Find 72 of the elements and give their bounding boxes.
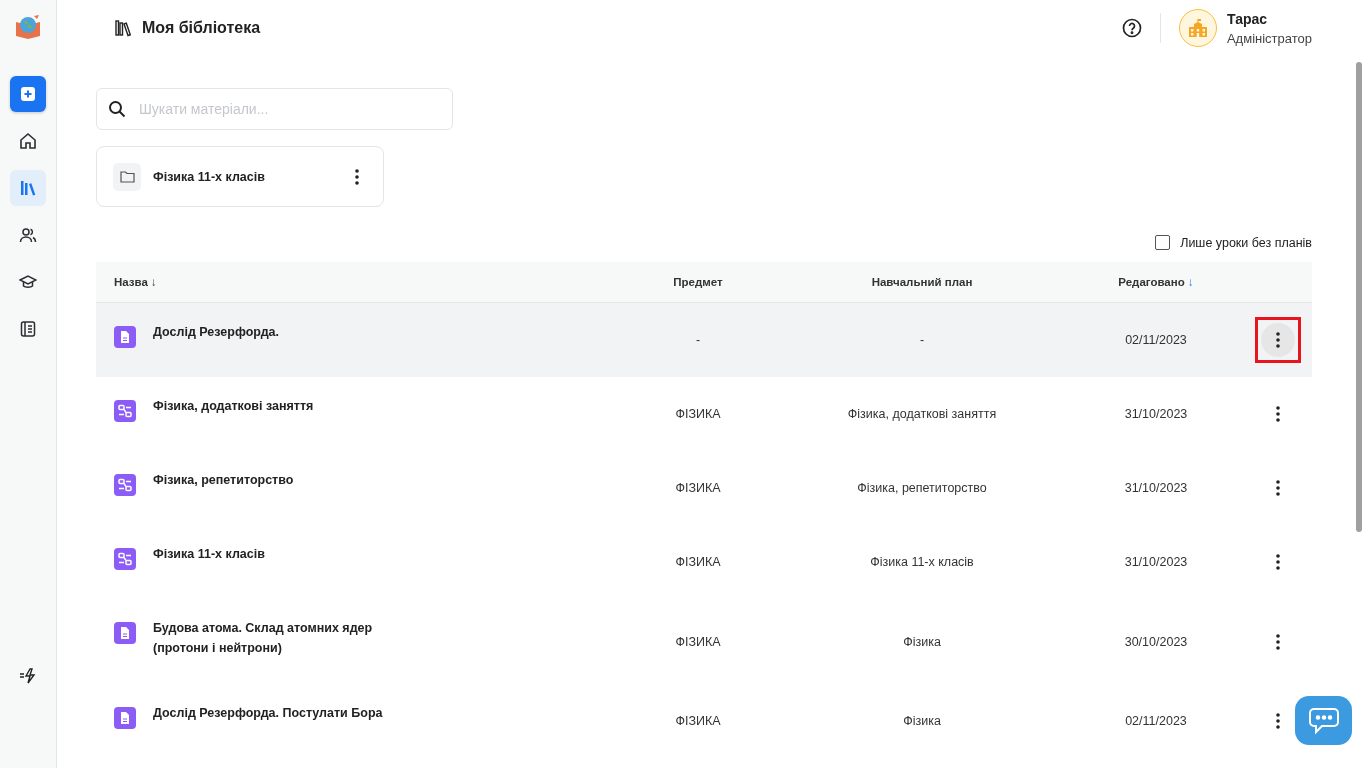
search-icon bbox=[108, 100, 126, 118]
books-icon bbox=[114, 19, 132, 37]
more-icon bbox=[1276, 406, 1280, 422]
diagram-icon bbox=[114, 400, 136, 422]
subject-cell-text: ФІЗИКА bbox=[674, 555, 722, 569]
table-row[interactable]: Дослід Резерфорда. - - 02/11/2023 bbox=[96, 303, 1312, 377]
column-header[interactable]: Предмет bbox=[673, 276, 723, 288]
subject-cell-text: ФІЗИКА bbox=[674, 481, 722, 495]
more-icon bbox=[1276, 480, 1280, 496]
chat-icon bbox=[1307, 706, 1340, 735]
date-cell-text: 31/10/2023 bbox=[1123, 481, 1189, 495]
notebook-icon bbox=[19, 320, 37, 338]
graduation-cap-icon bbox=[19, 273, 37, 291]
document-icon bbox=[114, 707, 136, 729]
plan-cell-text: Фізика bbox=[902, 714, 942, 728]
diagram-icon bbox=[114, 548, 136, 570]
date-cell-text: 31/10/2023 bbox=[1123, 407, 1189, 421]
more-icon bbox=[1276, 332, 1280, 348]
more-button[interactable] bbox=[1261, 323, 1295, 357]
material-name: Фізика, репетиторство bbox=[153, 472, 294, 489]
column-header[interactable]: Навчальний план bbox=[871, 276, 973, 288]
add-button[interactable] bbox=[10, 76, 46, 112]
plan-cell-text: Фізика, репетиторство bbox=[856, 481, 988, 495]
subject-cell-text: ФІЗИКА bbox=[674, 407, 722, 421]
chat-widget-popup[interactable] bbox=[1295, 696, 1352, 745]
date-cell-text: 02/11/2023 bbox=[1124, 333, 1188, 347]
folder-icon bbox=[113, 162, 141, 191]
more-icon bbox=[1276, 713, 1280, 729]
help-icon[interactable] bbox=[1121, 18, 1142, 38]
people-icon bbox=[19, 226, 37, 244]
column-header[interactable]: Назва bbox=[114, 276, 148, 288]
material-name: Будова атома. Склад атомних ядер (протони і нейтрони) bbox=[153, 620, 374, 657]
document-icon bbox=[114, 622, 136, 644]
material-name: Дослід Резерфорда. Постулати Бора bbox=[153, 705, 383, 722]
sort-arrow-icon[interactable]: ↓ bbox=[1187, 276, 1194, 288]
subject-cell-text: - bbox=[694, 333, 702, 347]
document-icon bbox=[114, 326, 136, 348]
checkbox[interactable] bbox=[1155, 235, 1171, 250]
material-name: Фізика 11-х класів bbox=[153, 546, 265, 563]
search-field[interactable]: Шукати матеріали... bbox=[96, 88, 453, 130]
date-cell-text: 30/10/2023 bbox=[1123, 634, 1189, 649]
material-name: Фізика, додаткові заняття bbox=[153, 398, 314, 415]
column-header[interactable]: Редаговано bbox=[1118, 276, 1185, 288]
plan-cell-text: Фізика, додаткові заняття bbox=[846, 407, 998, 421]
table-row[interactable]: Фізика, репетиторство ФІЗИКА Фізика, репетиторство 31/10/2023 bbox=[96, 451, 1312, 525]
user-role: Адміністратор bbox=[1226, 30, 1312, 46]
material-name: Дослід Резерфорда. bbox=[153, 324, 279, 341]
table-row[interactable]: Фізика, додаткові заняття ФІЗИКА Фізика, додаткові заняття 31/10/2023 bbox=[96, 377, 1312, 451]
more-icon bbox=[1276, 554, 1280, 570]
user-name: Тарас bbox=[1226, 10, 1269, 27]
plus-icon bbox=[21, 87, 35, 101]
date-cell-text: 31/10/2023 bbox=[1123, 555, 1189, 569]
plan-cell-text: Фізика bbox=[902, 634, 942, 649]
plan-cell-text: Фізика 11-х класів bbox=[869, 555, 975, 569]
filter-label: Лише уроки без планів bbox=[1180, 235, 1312, 250]
subject-cell-text: ФІЗИКА bbox=[674, 714, 722, 728]
logo-icon bbox=[14, 14, 42, 40]
home-icon bbox=[19, 132, 37, 150]
folder-card[interactable]: Фізика 11-х класів bbox=[96, 146, 384, 207]
table-row[interactable]: Дослід Резерфорда. Постулати Бора ФІЗИКА Фізика 02/11/2023 bbox=[96, 684, 1312, 758]
diagram-icon bbox=[114, 474, 136, 496]
table-row[interactable]: Фізика 11-х класів ФІЗИКА Фізика 11-х класів 31/10/2023 bbox=[96, 525, 1312, 599]
page-title: Моя бібліотека bbox=[142, 19, 261, 37]
sort-arrow-icon[interactable]: ↓ bbox=[151, 276, 157, 288]
folder-name: Фізика 11-х класів bbox=[153, 169, 266, 184]
plan-cell-text: - bbox=[918, 333, 926, 347]
books-icon bbox=[19, 179, 37, 197]
table-row[interactable]: Будова атома. Склад атомних ядер (протони і нейтрони) ФІЗИКА Фізика 30/10/2023 bbox=[96, 599, 1312, 684]
date-cell-text: 02/11/2023 bbox=[1124, 714, 1188, 728]
scrollbar[interactable] bbox=[1356, 62, 1362, 532]
subject-cell-text: ФІЗИКА bbox=[674, 634, 722, 649]
more-icon bbox=[1276, 633, 1280, 650]
